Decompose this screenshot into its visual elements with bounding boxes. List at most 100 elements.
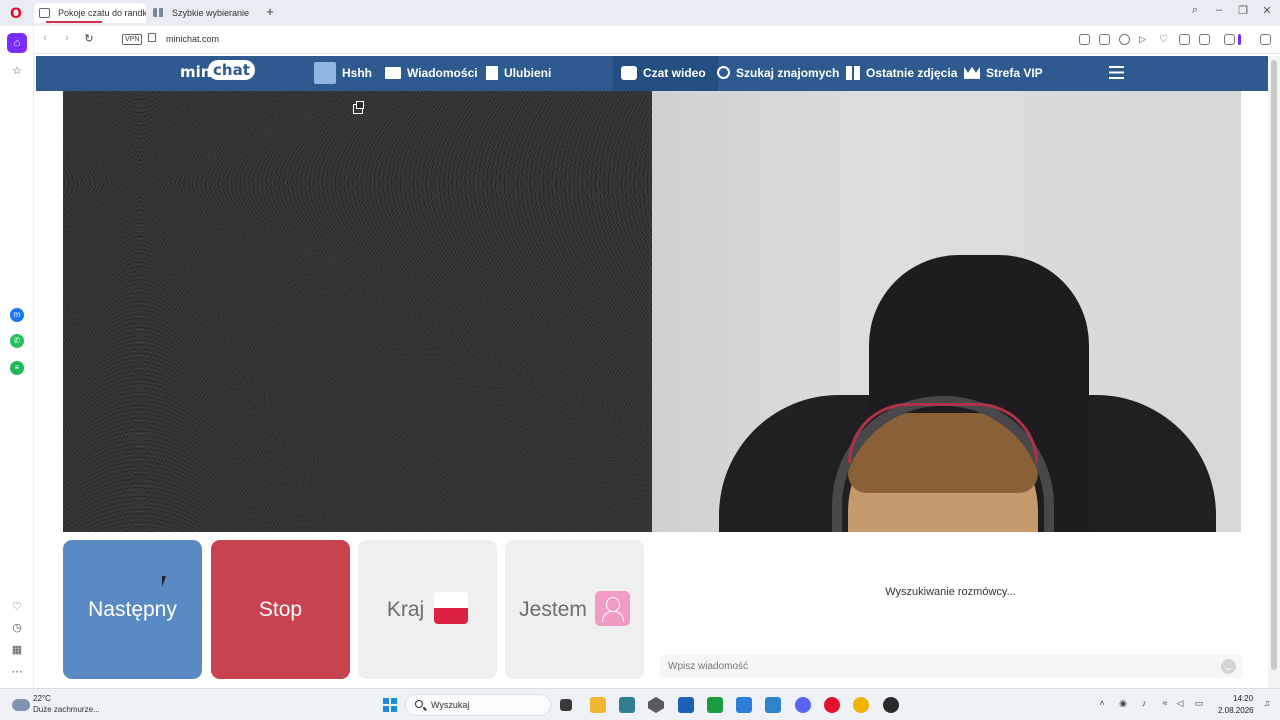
taskbar-search[interactable]: Wyszukaj bbox=[405, 694, 551, 716]
close-icon[interactable]: ✕ bbox=[1259, 4, 1275, 17]
url-field[interactable]: minichat.com bbox=[166, 34, 219, 44]
stop-button[interactable]: Stop bbox=[211, 540, 350, 679]
speaker-icon[interactable]: ◁ bbox=[1174, 698, 1186, 709]
speed-dial-icon bbox=[153, 8, 164, 17]
whatsapp-icon[interactable]: ✆ bbox=[10, 334, 24, 348]
logo-chat[interactable]: chat bbox=[208, 60, 255, 80]
country-label: Kraj bbox=[386, 598, 425, 621]
chevron-up-icon[interactable]: ˄ bbox=[1096, 698, 1108, 708]
profile-icon[interactable] bbox=[1199, 34, 1210, 45]
extensions-icon[interactable] bbox=[1224, 34, 1235, 45]
store-icon[interactable] bbox=[619, 697, 635, 713]
back-icon[interactable]: ‹ bbox=[38, 32, 52, 44]
microphone-icon[interactable]: ♪ bbox=[1138, 698, 1150, 708]
spotify-icon[interactable]: ≡ bbox=[10, 361, 24, 375]
task-view-icon[interactable] bbox=[560, 699, 572, 711]
popout-icon[interactable] bbox=[353, 101, 364, 114]
heart-icon[interactable]: ♡ bbox=[1159, 34, 1170, 45]
address-bar: ‹ › ↻ VPN minichat.com ▷ ♡ bbox=[34, 26, 1280, 54]
tab-search-icon[interactable]: ⌕ bbox=[1187, 4, 1203, 17]
clock-date[interactable]: 2.08.2026 bbox=[1218, 706, 1254, 715]
weather-desc[interactable]: Duże zachmurze... bbox=[33, 705, 100, 714]
taskbar-search-label: Wyszukaj bbox=[431, 700, 470, 710]
heart-icon[interactable]: ♡ bbox=[10, 600, 24, 614]
vpn-tray-icon[interactable]: ◉ bbox=[1117, 698, 1129, 709]
nav-messages-label: Wiadomości bbox=[407, 66, 478, 80]
windows-taskbar: 22°C Duże zachmurze... Wyszukaj ˄ ◉ ♪ ≈ … bbox=[0, 688, 1280, 720]
forward-icon[interactable]: › bbox=[60, 32, 74, 44]
nav-recent-photos-label: Ostatnie zdjęcia bbox=[866, 66, 958, 80]
battery-icon[interactable]: ▭ bbox=[1192, 698, 1206, 709]
messenger-icon[interactable]: m bbox=[10, 308, 24, 322]
cloud-icon[interactable] bbox=[12, 699, 30, 711]
obs-icon[interactable] bbox=[883, 697, 899, 713]
poland-flag-icon bbox=[434, 592, 469, 625]
chrome-icon[interactable] bbox=[853, 697, 869, 713]
star-icon[interactable]: ☆ bbox=[10, 64, 24, 78]
browser-tabbar: O Pokoje czatu do randk Szybkie wybieran… bbox=[0, 0, 1280, 26]
shield-icon[interactable] bbox=[1119, 34, 1130, 45]
reload-icon[interactable]: ↻ bbox=[82, 32, 96, 45]
next-button[interactable]: Następny bbox=[63, 540, 202, 679]
nav-vip-label: Strefa VIP bbox=[986, 66, 1043, 80]
site-header: mini chat Hshh Wiadomości Ulubieni Czat … bbox=[36, 56, 1268, 91]
avatar-icon bbox=[314, 61, 336, 84]
headset-accent bbox=[848, 403, 1038, 463]
tab-label: Pokoje czatu do randk bbox=[58, 8, 146, 18]
self-camera-video bbox=[652, 91, 1241, 532]
history-icon[interactable]: ◷ bbox=[10, 621, 24, 635]
emoji-icon[interactable] bbox=[1221, 659, 1236, 674]
xbox-icon[interactable] bbox=[707, 697, 723, 713]
weather-temp[interactable]: 22°C bbox=[33, 694, 51, 703]
nav-find-friends[interactable]: Szukaj znajomych bbox=[717, 56, 839, 91]
partner-video bbox=[63, 91, 652, 532]
gender-label: Jestem bbox=[519, 598, 587, 621]
nav-messages[interactable]: Wiadomości bbox=[385, 56, 478, 91]
page-scrollbar-thumb[interactable] bbox=[1271, 60, 1277, 670]
gender-button[interactable]: Jestem bbox=[505, 540, 644, 679]
mouse-cursor bbox=[162, 576, 166, 587]
opera-menu-icon[interactable]: O bbox=[8, 6, 24, 22]
bookmark-icon bbox=[486, 65, 498, 80]
nav-profile[interactable]: Hshh bbox=[314, 56, 372, 91]
more-icon[interactable]: ⋯ bbox=[10, 665, 24, 679]
country-button[interactable]: Kraj bbox=[358, 540, 497, 679]
snapshot-icon[interactable] bbox=[1099, 34, 1110, 45]
unity-icon[interactable] bbox=[648, 697, 664, 713]
file-explorer-icon[interactable] bbox=[590, 697, 606, 713]
restore-icon[interactable]: ❐ bbox=[1235, 4, 1251, 17]
opera-taskbar-icon[interactable] bbox=[824, 697, 840, 713]
opera-sidebar: ⌂ ☆ m ✆ ≡ ♡ ◷ ▦ ⋯ bbox=[0, 26, 34, 688]
aria-indicator bbox=[1238, 34, 1241, 45]
tab-label: Szybkie wybieranie bbox=[172, 8, 250, 18]
hamburger-menu-icon[interactable] bbox=[1109, 66, 1124, 79]
windows-start-icon[interactable] bbox=[383, 698, 397, 712]
easy-setup-icon[interactable] bbox=[1179, 34, 1190, 45]
minimize-icon[interactable]: – bbox=[1211, 4, 1227, 16]
box-icon[interactable]: ▦ bbox=[10, 643, 24, 657]
female-avatar-icon bbox=[594, 590, 630, 626]
clock-time[interactable]: 14:20 bbox=[1233, 694, 1253, 703]
notification-bell-icon[interactable]: ♫ bbox=[1261, 698, 1273, 708]
lock-icon[interactable] bbox=[148, 33, 156, 42]
envelope-icon bbox=[385, 66, 401, 79]
outlook-icon[interactable] bbox=[736, 697, 752, 713]
share-icon[interactable] bbox=[1079, 34, 1090, 45]
nav-favorites[interactable]: Ulubieni bbox=[486, 56, 551, 91]
home-icon[interactable]: ⌂ bbox=[7, 33, 27, 53]
aria-icon[interactable] bbox=[1260, 34, 1271, 45]
nav-video-chat[interactable]: Czat wideo bbox=[613, 56, 718, 91]
vpn-badge[interactable]: VPN bbox=[122, 34, 143, 45]
new-tab-button[interactable]: + bbox=[262, 5, 278, 19]
tab-speed-dial[interactable]: Szybkie wybieranie bbox=[148, 3, 258, 23]
search-icon bbox=[717, 66, 730, 80]
nav-vip[interactable]: Strefa VIP bbox=[964, 56, 1043, 91]
nav-recent-photos[interactable]: Ostatnie zdjęcia bbox=[846, 56, 957, 91]
tab-minichat[interactable]: Pokoje czatu do randk bbox=[34, 3, 146, 23]
discord-icon[interactable] bbox=[795, 697, 811, 713]
remote-desktop-icon[interactable] bbox=[765, 697, 781, 713]
wifi-icon[interactable]: ≈ bbox=[1159, 698, 1171, 708]
message-input[interactable] bbox=[660, 655, 1242, 678]
player-icon[interactable]: ▷ bbox=[1139, 34, 1150, 45]
visual-studio-icon[interactable] bbox=[678, 697, 694, 713]
